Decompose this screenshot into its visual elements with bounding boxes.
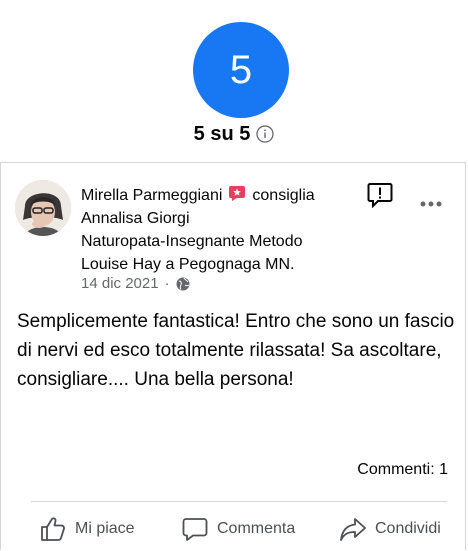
review-text: Semplicemente fantastica! Entro che sono… [17, 311, 455, 390]
share-icon [340, 518, 366, 541]
page-name-line2[interactable]: Naturopata-Insegnante Metodo [81, 230, 371, 253]
info-icon[interactable] [256, 125, 274, 143]
comment-label: Commenta [217, 520, 296, 537]
recommends-verb: consiglia [252, 187, 315, 204]
rating-score-circle: 5 [193, 22, 289, 118]
avatar[interactable] [15, 180, 71, 236]
rating-summary: 5 5 su 5 [0, 0, 468, 162]
review-date[interactable]: 14 dic 2021 [81, 275, 159, 292]
author-name[interactable]: Mirella Parmeggiani [81, 187, 222, 204]
share-button[interactable]: Condividi [339, 515, 441, 543]
rating-summary-text: 5 su 5 [193, 122, 251, 145]
rating-score: 5 [229, 47, 253, 92]
more-options-icon[interactable] [419, 199, 443, 209]
globe-icon [176, 277, 190, 290]
comment-icon [182, 518, 208, 541]
review-card: Mirella Parmeggiani consiglia Annalisa G… [0, 162, 466, 550]
thumbs-up-icon [41, 517, 65, 541]
page-name-line3[interactable]: Louise Hay a Pegognaga MN. [81, 253, 371, 276]
rating-summary-line: 5 su 5 [0, 118, 468, 150]
review-header-line1: Mirella Parmeggiani consiglia [81, 184, 371, 207]
review-header: Mirella Parmeggiani consiglia Annalisa G… [81, 184, 371, 276]
share-label: Condividi [375, 520, 441, 537]
report-icon[interactable] [367, 182, 393, 208]
recommendation-badge-icon [229, 186, 246, 201]
comment-button[interactable]: Commenta [181, 515, 295, 543]
action-bar: Mi piace Commenta Condividi [1, 515, 467, 551]
meta-separator: · [164, 275, 170, 292]
like-label: Mi piace [75, 520, 135, 537]
divider [31, 501, 447, 502]
review-meta: 14 dic 2021 · [81, 275, 190, 292]
page-name-line1[interactable]: Annalisa Giorgi [81, 207, 371, 230]
like-button[interactable]: Mi piace [39, 515, 135, 543]
comments-count[interactable]: Commenti: 1 [357, 461, 448, 479]
